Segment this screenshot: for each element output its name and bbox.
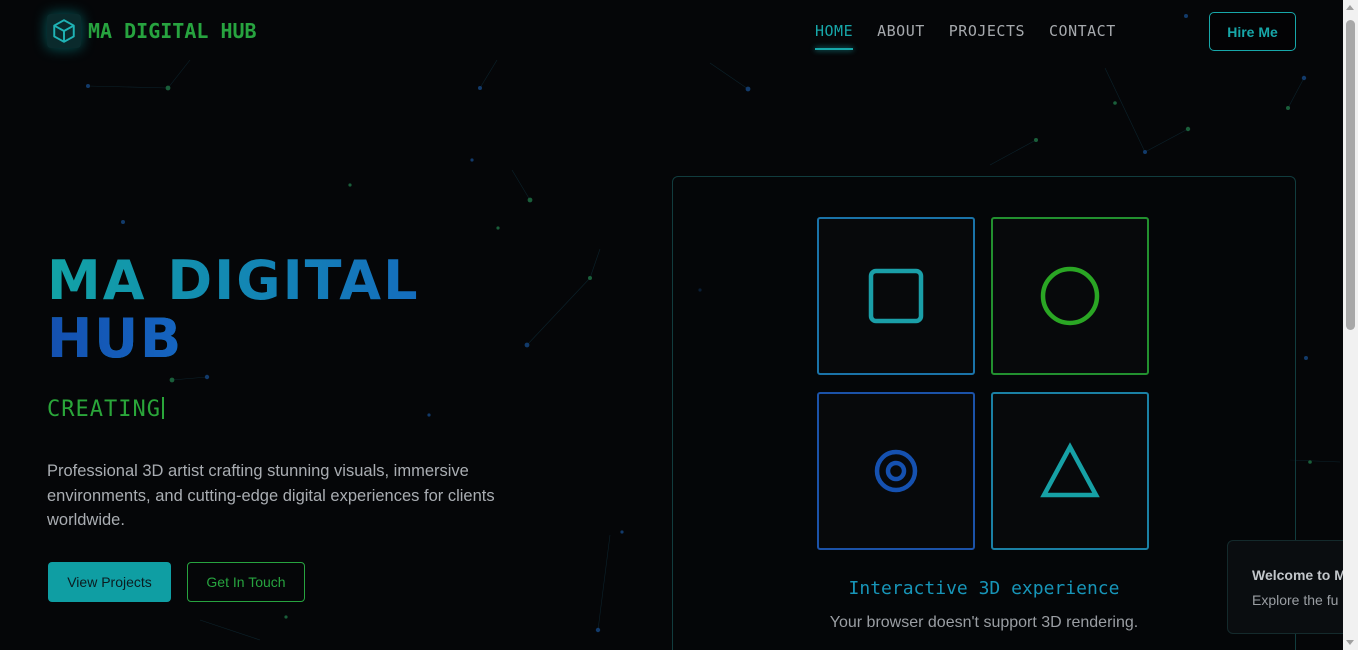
nav-projects[interactable]: PROJECTS bbox=[949, 22, 1025, 50]
scroll-down-arrow-icon[interactable] bbox=[1346, 640, 1354, 645]
panel-fallback-message: Your browser doesn't support 3D renderin… bbox=[829, 614, 1139, 631]
view-projects-button[interactable]: View Projects bbox=[48, 562, 171, 602]
get-in-touch-button[interactable]: Get In Touch bbox=[187, 562, 305, 602]
welcome-toast[interactable]: Welcome to M Explore the fu bbox=[1227, 540, 1358, 634]
hero-description: Professional 3D artist crafting stunning… bbox=[47, 462, 495, 529]
cube-icon bbox=[47, 14, 81, 48]
square-icon bbox=[868, 268, 924, 324]
main-nav: HOME ABOUT PROJECTS CONTACT bbox=[815, 22, 1140, 50]
shape-tile-square[interactable] bbox=[817, 217, 975, 375]
toast-title: Welcome to M bbox=[1252, 567, 1346, 583]
text-cursor bbox=[161, 397, 164, 419]
panel-title: Interactive 3D experience bbox=[848, 578, 1120, 599]
nav-home[interactable]: HOME bbox=[815, 22, 854, 50]
logo-text: MA DIGITAL HUB bbox=[88, 19, 257, 43]
circle-icon bbox=[1040, 266, 1100, 326]
shape-tile-triangle[interactable] bbox=[991, 392, 1149, 550]
triangle-icon bbox=[1040, 442, 1100, 498]
hero-title-line2: HUB bbox=[47, 307, 184, 370]
shape-tile-circle[interactable] bbox=[991, 217, 1149, 375]
typing-headline: CREATING bbox=[47, 397, 164, 422]
hire-me-button[interactable]: Hire Me bbox=[1209, 12, 1296, 51]
nav-contact[interactable]: CONTACT bbox=[1049, 22, 1116, 50]
page: MA DIGITAL HUB HOME ABOUT PROJECTS CONTA… bbox=[0, 0, 1358, 650]
toast-text: Explore the fu bbox=[1252, 592, 1339, 608]
vertical-scrollbar[interactable] bbox=[1343, 0, 1358, 650]
nav-about[interactable]: ABOUT bbox=[877, 22, 925, 50]
typing-text: CREATING bbox=[47, 397, 161, 422]
hero-title-line1: MA DIGITAL bbox=[47, 249, 420, 312]
shape-tile-target[interactable] bbox=[817, 392, 975, 550]
logo[interactable]: MA DIGITAL HUB bbox=[47, 14, 257, 48]
scrollbar-thumb[interactable] bbox=[1346, 20, 1355, 330]
scroll-up-arrow-icon[interactable] bbox=[1346, 5, 1354, 10]
target-icon bbox=[874, 449, 918, 493]
hero-title: MA DIGITAL HUB bbox=[47, 252, 467, 368]
